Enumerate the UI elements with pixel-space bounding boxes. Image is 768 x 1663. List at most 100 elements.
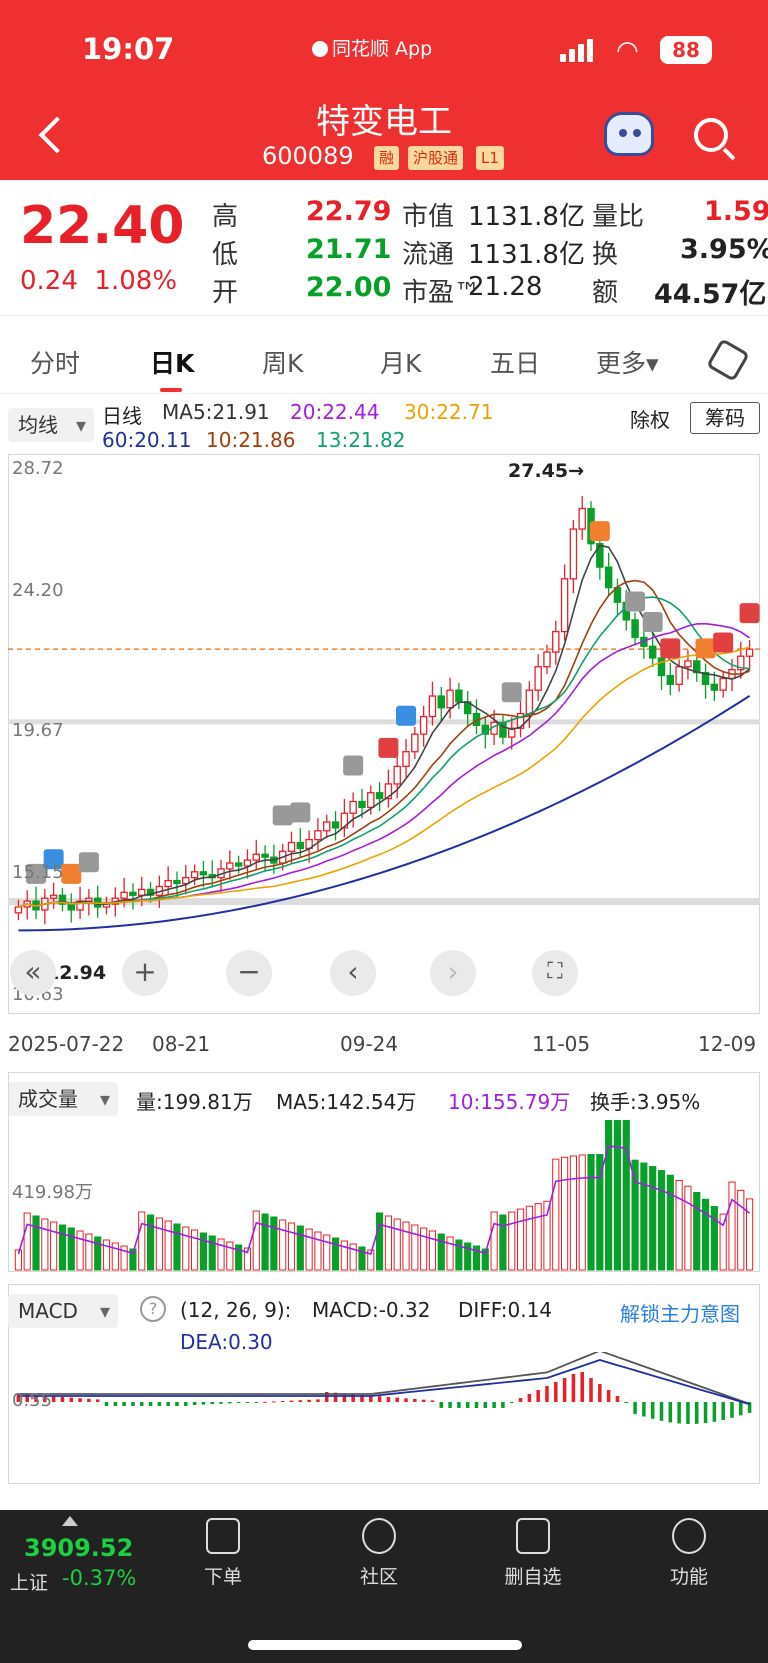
expand-up-icon[interactable] [62, 1516, 78, 1526]
candle [129, 891, 137, 896]
tab-five-day[interactable]: 五日 [490, 344, 540, 380]
volume-bar [305, 1228, 313, 1271]
candle [393, 765, 401, 785]
macd-bar [633, 1402, 637, 1414]
high-marker: 27.45→ [508, 460, 585, 482]
candle [648, 645, 657, 659]
macd-bar [272, 1401, 276, 1403]
next-icon[interactable]: › [430, 950, 476, 996]
price-change: 0.24 1.08% [20, 266, 178, 296]
signal-marker [343, 755, 364, 776]
candle [367, 792, 375, 809]
macd-bar [668, 1402, 673, 1423]
zoom-in-icon[interactable]: + [122, 950, 168, 996]
zoom-out-icon[interactable]: − [226, 950, 272, 996]
macd-bar [210, 1402, 214, 1405]
stat-label-a: 高 [212, 202, 239, 232]
macd-bar [562, 1378, 567, 1402]
volume-bar [217, 1238, 225, 1271]
last-price: 22.40 [20, 196, 185, 256]
ma30-line [18, 646, 750, 908]
tab-intraday[interactable]: 分时 [30, 344, 80, 380]
volume-bar [41, 1218, 49, 1271]
macd-bar [527, 1394, 532, 1402]
macd-bar [606, 1390, 611, 1402]
nav-order[interactable]: 下单 [178, 1518, 268, 1589]
volume-bar [428, 1230, 437, 1271]
signal-marker [78, 852, 99, 873]
volume-bar [684, 1185, 692, 1271]
volume-bar [314, 1231, 322, 1271]
volume-bar [569, 1155, 577, 1271]
candle [287, 841, 296, 852]
stat-value-b: 21.28 [468, 272, 543, 302]
volume-bar [155, 1217, 163, 1271]
macd-bar [571, 1374, 576, 1402]
chips-button[interactable]: 筹码 [690, 402, 760, 434]
macd-bar [95, 1399, 100, 1402]
xlabel-2: 09-24 [340, 1032, 399, 1056]
volume-bar [578, 1154, 586, 1271]
tab-daily-k[interactable]: 日K [150, 344, 194, 380]
xlabel-4: 12-09 [698, 1032, 757, 1056]
community-star-icon [362, 1518, 396, 1554]
home-indicator [248, 1640, 522, 1650]
prev-icon[interactable]: ‹ [330, 950, 376, 996]
tab-more[interactable]: 更多▾ [596, 344, 659, 380]
candle [190, 871, 199, 879]
volume-bar [287, 1222, 296, 1271]
search-icon[interactable] [694, 118, 728, 152]
macd-bar [280, 1401, 285, 1402]
candle [164, 879, 172, 888]
ma20-value: 20:22.44 [290, 400, 380, 424]
macd-bar [659, 1402, 664, 1421]
stock-code: 600089 [262, 142, 354, 170]
macd-bar [624, 1402, 629, 1403]
ma20-line [18, 622, 751, 908]
nav-remove-watchlist[interactable]: 删自选 [488, 1518, 578, 1589]
stat-value-a: 22.79 [306, 196, 392, 227]
signal-marker [625, 591, 646, 612]
tab-monthly-k[interactable]: 月K [380, 344, 421, 380]
nav-functions[interactable]: 功能 [644, 1518, 734, 1589]
macd-bar [589, 1378, 593, 1402]
macd-indicator-select[interactable]: MACD [8, 1294, 118, 1328]
volume-bar [85, 1233, 93, 1271]
kline-chart[interactable] [8, 454, 760, 1014]
unlock-link[interactable]: 解锁主力意图 [620, 1298, 740, 1327]
macd-bar [474, 1402, 479, 1408]
candle [543, 651, 551, 668]
candle [323, 821, 331, 832]
ytick-2: 19.67 [12, 720, 64, 741]
app-name: 同花顺 App [312, 34, 432, 61]
macd-bar [377, 1396, 382, 1402]
candle [569, 528, 578, 580]
macd-bar [104, 1402, 109, 1406]
macd-bar [78, 1398, 82, 1402]
indicator-select[interactable]: 均线 [8, 408, 94, 442]
nav-community[interactable]: 社区 [334, 1518, 424, 1589]
macd-bar [730, 1402, 734, 1418]
stat-value-a: 21.71 [306, 234, 392, 265]
volume-bar [455, 1239, 463, 1271]
assistant-robot-icon[interactable] [604, 112, 654, 156]
macd-bar [51, 1396, 56, 1402]
volume-bar [446, 1236, 454, 1271]
candle [428, 695, 437, 718]
help-icon[interactable]: ? [140, 1296, 166, 1322]
macd-bar [615, 1396, 620, 1402]
candle [552, 630, 560, 653]
index-value[interactable]: 3909.52 [24, 1534, 133, 1562]
volume-bar [146, 1214, 155, 1271]
tab-weekly-k[interactable]: 周K [262, 344, 303, 380]
volume-bar [261, 1213, 269, 1271]
stat-value-b: 1131.8亿 [468, 202, 585, 232]
macd-bar [448, 1402, 452, 1408]
candle [85, 897, 93, 902]
scroll-left-icon[interactable]: « [10, 950, 56, 996]
ex-right-button[interactable]: 除权 [630, 404, 670, 433]
fullscreen-icon[interactable]: ⛶ [532, 950, 578, 996]
volume-bar [737, 1189, 745, 1271]
tag-connect: 沪股通 [408, 146, 464, 170]
macd-bar [184, 1402, 188, 1406]
